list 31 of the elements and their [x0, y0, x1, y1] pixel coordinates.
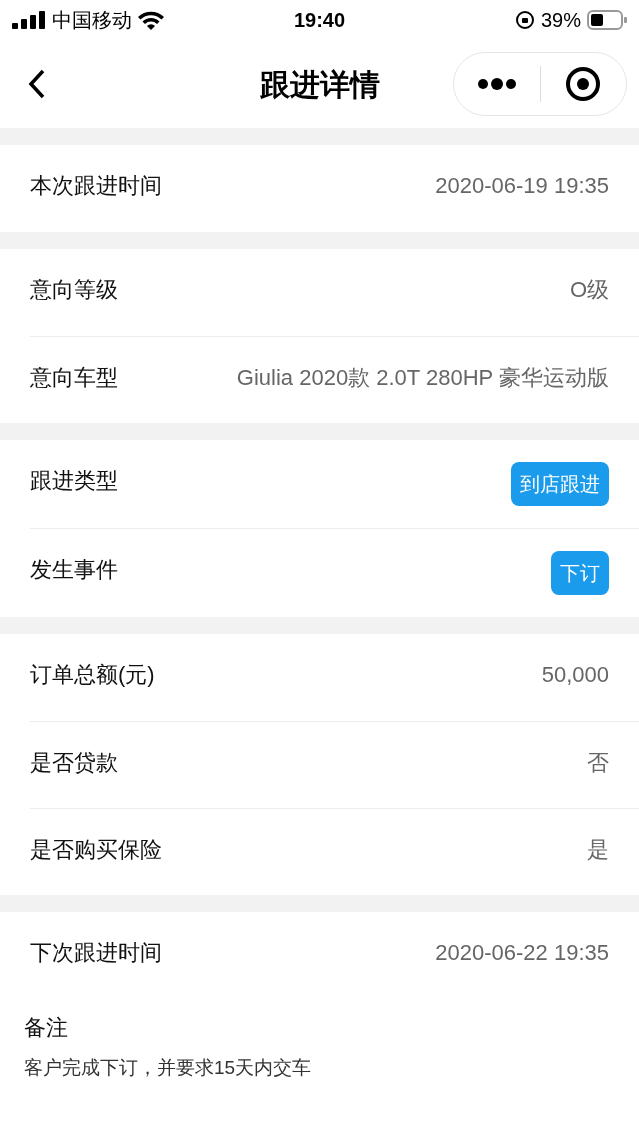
tag: 到店跟进 [511, 462, 609, 506]
field-value: 50,000 [541, 661, 609, 689]
tag: 下订 [551, 551, 609, 595]
battery-percent: 39% [540, 8, 581, 33]
field-label: 本次跟进时间 [30, 172, 162, 200]
page-title: 跟进详情 [259, 66, 380, 103]
field-label: 是否购买保险 [30, 836, 162, 864]
remark-text: 客户完成下订，并要求15天内交车 [24, 1056, 313, 1080]
field-label: 发生事件 [30, 556, 118, 584]
clock: 19:40 [293, 8, 346, 33]
field-label: 订单总额(元) [30, 661, 155, 689]
back-icon [28, 68, 46, 100]
rotation-lock-icon [514, 10, 535, 30]
remark-label: 备注 [24, 1014, 69, 1042]
wifi-icon [138, 10, 164, 30]
target-icon [565, 66, 602, 102]
field-value: 2020-06-19 19:35 [435, 172, 609, 200]
field-label: 意向车型 [30, 364, 118, 392]
field-value: 2020-06-22 19:35 [435, 939, 609, 967]
field-label: 跟进类型 [30, 467, 118, 495]
carrier-name: 中国移动 [52, 8, 132, 33]
battery-icon [587, 10, 627, 30]
field-value: O级 [569, 276, 609, 304]
signal-icon [12, 11, 46, 29]
field-value: Giulia 2020款 2.0T 280HP 豪华运动版 [236, 364, 609, 392]
more-icon [476, 78, 517, 90]
field-label: 下次跟进时间 [30, 939, 162, 967]
field-value: 否 [587, 749, 609, 777]
field-label: 是否贷款 [30, 749, 118, 777]
field-value: 是 [587, 836, 609, 864]
field-label: 意向等级 [30, 276, 118, 304]
